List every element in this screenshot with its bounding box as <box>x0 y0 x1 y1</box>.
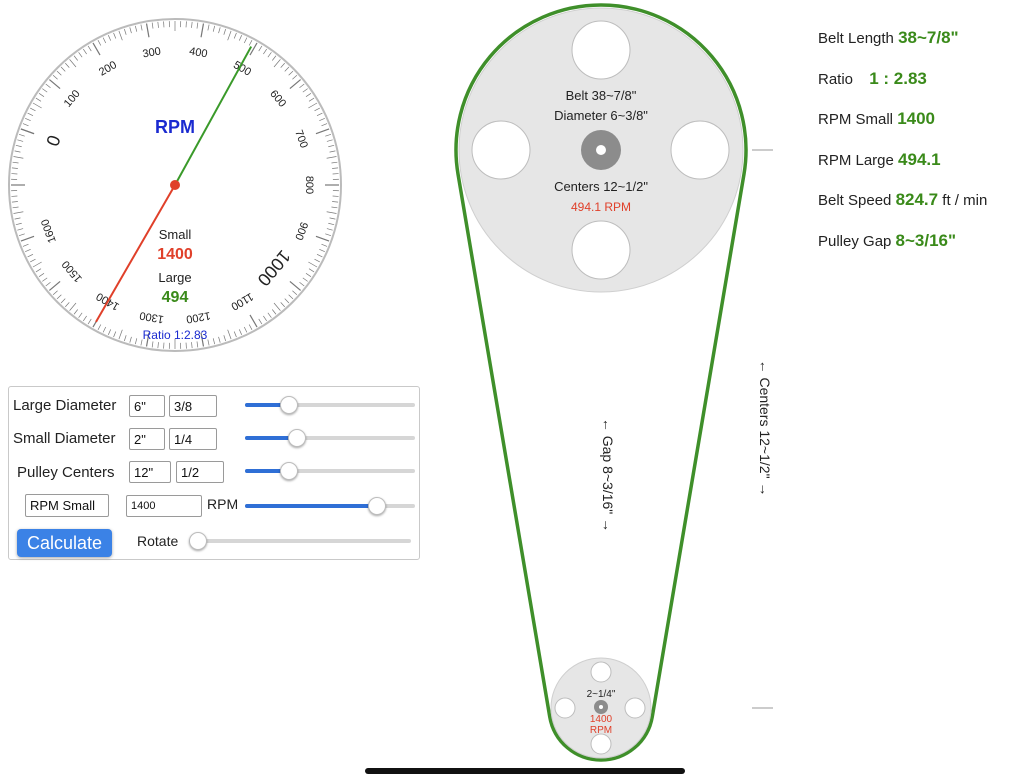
large-pulley-hole-top <box>571 20 631 80</box>
pulley-centers-inches-input[interactable] <box>129 461 171 483</box>
pulley-centers-fraction-input[interactable] <box>176 461 224 483</box>
home-indicator <box>365 768 685 774</box>
large-pulley-hole-left <box>471 120 531 180</box>
large-pulley-shaft <box>581 130 621 170</box>
small-pulley-rpm-unit: RPM <box>590 725 612 736</box>
rpm-small-label: RPM Small <box>818 111 894 128</box>
belt <box>454 3 748 762</box>
large-diameter-slider-thumb[interactable] <box>279 396 298 414</box>
rpm-large-row: RPM Large 494.1 <box>818 150 941 170</box>
large-pulley-disc <box>458 7 744 293</box>
gauge-title: RPM <box>155 117 195 137</box>
pulley-gap-value: 8~3/16" <box>895 231 957 250</box>
small-pulley-shaft <box>594 700 608 714</box>
large-diameter-inches-input[interactable] <box>129 395 165 417</box>
ratio-row: Ratio 1 : 2.83 <box>818 69 927 89</box>
calculate-button[interactable]: Calculate <box>17 529 112 557</box>
gap-dimension-label: ← Gap 8~3/16" → <box>600 418 616 532</box>
small-diameter-slider[interactable] <box>245 429 415 447</box>
pulley-gap-row: Pulley Gap 8~3/16" <box>818 231 956 251</box>
rpm-small-row: RPM Small 1400 <box>818 109 935 129</box>
needle-hub <box>170 180 180 190</box>
gauge-large-value: 494 <box>162 289 189 306</box>
gauge-scale-label: 800 <box>303 176 315 194</box>
small-pulley-rpm-value: 1400 <box>590 714 613 725</box>
pulley-gap-label: Pulley Gap <box>818 233 892 250</box>
small-pulley-disc <box>550 657 652 759</box>
large-pulley-diameter-text: Diameter 6~3/8" <box>554 108 648 123</box>
large-pulley-rpm-text: 494.1 RPM <box>571 200 631 214</box>
ratio-value: 1 : 2.83 <box>869 69 927 88</box>
large-diameter-slider[interactable] <box>245 396 415 414</box>
small-pulley-hole-right <box>624 697 646 719</box>
belt-length-row: Belt Length 38~7/8" <box>818 28 959 48</box>
large-pulley-hole-right <box>670 120 730 180</box>
pulley-centers-slider[interactable] <box>245 462 415 480</box>
pulley-centers-slider-thumb[interactable] <box>279 462 298 480</box>
rotate-slider[interactable] <box>189 532 411 550</box>
small-diameter-fraction-input[interactable] <box>169 428 217 450</box>
belt-speed-unit: ft / min <box>942 192 988 209</box>
small-pulley-hole-top <box>590 661 612 683</box>
ratio-label: Ratio <box>818 71 854 88</box>
gauge-large-label: Large <box>158 270 191 285</box>
small-pulley-hole-bottom <box>590 733 612 755</box>
large-pulley-hole-bottom <box>571 220 631 280</box>
rpm-gauge: 0100200300 400500600700800900100011001200… <box>8 18 342 352</box>
large-diameter-label: Large Diameter <box>13 397 117 414</box>
small-pulley: 2~1/4" 1400 RPM <box>550 657 652 759</box>
small-pulley-bore <box>599 705 603 709</box>
gauge-small-value: 1400 <box>157 246 193 263</box>
belt-length-value: 38~7/8" <box>898 28 959 47</box>
belt-speed-value: 824.7 <box>895 190 939 209</box>
rpm-mode-select[interactable] <box>25 494 109 517</box>
belt-speed-label: Belt Speed <box>818 192 892 209</box>
small-diameter-label: Small Diameter <box>13 430 116 447</box>
small-pulley-diameter-text: 2~1/4" <box>587 689 616 700</box>
rotate-slider-thumb[interactable] <box>189 532 207 550</box>
belt-length-label: Belt Length <box>818 30 894 47</box>
rpm-large-value: 494.1 <box>898 150 941 169</box>
large-diameter-fraction-input[interactable] <box>169 395 217 417</box>
controls-panel: Large Diameter Small Diameter Pulley Cen… <box>8 386 420 560</box>
rpm-input[interactable] <box>126 495 202 517</box>
rpm-large-label: RPM Large <box>818 152 894 169</box>
centers-dimension-label: ← Centers 12~1/2" → <box>757 360 773 497</box>
belt-speed-row: Belt Speed 824.7 ft / min <box>818 190 987 210</box>
rpm-slider-thumb[interactable] <box>368 497 387 515</box>
gauge-ratio: Ratio 1:2.83 <box>143 328 208 342</box>
small-diameter-inches-input[interactable] <box>129 428 165 450</box>
large-pulley-bore <box>596 145 606 155</box>
large-pulley: Belt 38~7/8" Diameter 6~3/8" Centers 12~… <box>458 7 744 293</box>
rpm-unit-label: RPM <box>207 496 239 512</box>
gauge-small-label: Small <box>159 227 192 242</box>
pulley-centers-label: Pulley Centers <box>17 464 115 481</box>
rpm-slider[interactable] <box>245 497 415 515</box>
rotate-label: Rotate <box>137 533 179 549</box>
rpm-small-value: 1400 <box>897 109 936 128</box>
small-pulley-hole-left <box>554 697 576 719</box>
large-pulley-centers-text: Centers 12~1/2" <box>554 179 648 194</box>
small-diameter-slider-thumb[interactable] <box>287 429 306 447</box>
large-pulley-belt-text: Belt 38~7/8" <box>566 88 637 103</box>
